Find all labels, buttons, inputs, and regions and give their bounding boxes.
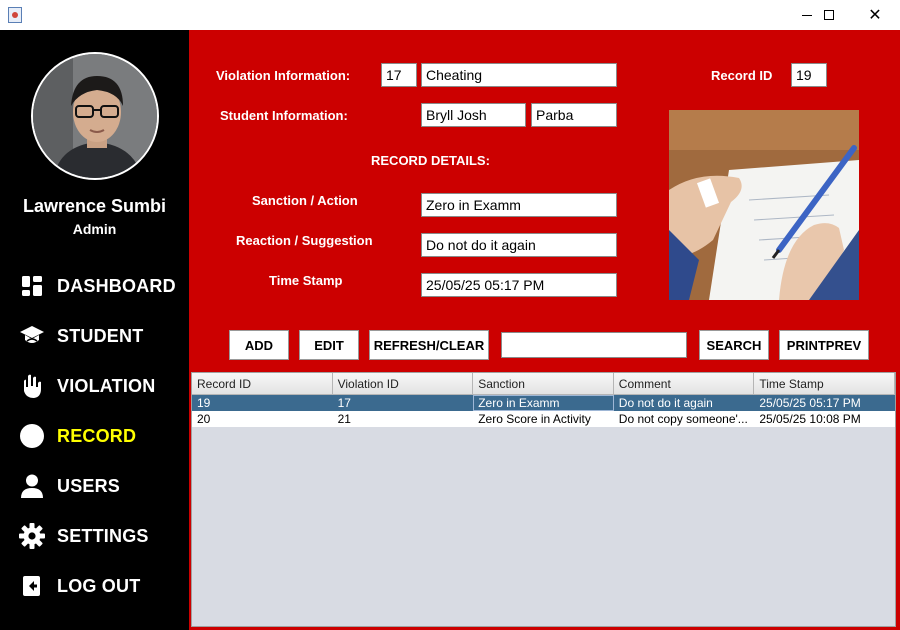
violation-info-label: Violation Information: [216,68,351,83]
timestamp-label: Time Stamp [269,273,343,288]
table-cell: 21 [337,412,351,426]
table-cell: Zero in Examm [473,395,614,411]
search-input[interactable] [501,332,687,358]
record-id-label: Record ID [711,68,773,83]
table-cell: 17 [337,396,351,410]
student-first-name-field[interactable]: Bryll Josh [421,103,526,127]
nav-logout[interactable]: LOG OUT [19,571,140,601]
nav-label: VIOLATION [57,375,156,396]
record-panel: Violation Information: 17 Cheating Recor… [189,30,900,630]
column-header[interactable]: Record ID [192,373,333,394]
nav-record[interactable]: RECORD [19,421,136,451]
user-role: Admin [72,221,117,237]
table-cell: Zero Score in Activity [478,412,591,426]
maximize-button[interactable] [806,0,852,30]
reaction-field[interactable]: Do not do it again [421,233,617,257]
table-cell: Do not copy someone'... [618,412,748,426]
nav-users[interactable]: USERS [19,471,120,501]
nav-label: RECORD [57,425,137,446]
user-icon [19,473,45,499]
table-row[interactable]: 20 21 Zero Score in Activity Do not copy… [192,411,895,427]
table-header: Record ID Violation ID Sanction Comment … [192,373,895,395]
printprev-button[interactable]: PRINTPREV [779,330,869,360]
gear-icon [19,523,45,549]
violation-name-field[interactable]: Cheating [421,63,617,87]
close-button[interactable]: ✕ [852,0,898,30]
nav-settings[interactable]: SETTINGS [19,521,149,551]
violation-id-field[interactable]: 17 [381,63,417,87]
nav-label: LOG OUT [57,575,141,596]
nav-student[interactable]: STUDENT [19,321,143,351]
avatar-photo [33,54,157,178]
table-cell: 25/05/25 10:08 PM [759,412,861,426]
nav-label: DASHBOARD [57,275,176,296]
student-info-label: Student Information: [220,108,348,123]
nav-violation[interactable]: VIOLATION [19,371,155,401]
java-app-icon [8,7,22,23]
sanction-field[interactable]: Zero in Examm [421,193,617,217]
title-bar: ✕ [0,0,900,30]
dashboard-icon [19,273,45,299]
timestamp-field[interactable]: 25/05/25 05:17 PM [421,273,617,297]
nav-label: SETTINGS [57,525,149,546]
evidence-photo [669,110,859,300]
sidebar: Lawrence Sumbi Admin DASHBOARD STUDENT V… [0,30,189,630]
user-name: Lawrence Sumbi [22,196,167,216]
sanction-label: Sanction / Action [252,193,358,208]
nav-label: STUDENT [57,325,144,346]
column-header[interactable]: Violation ID [333,373,474,394]
record-id-field[interactable]: 19 [791,63,827,87]
table-cell: 19 [197,396,211,410]
records-table[interactable]: Record ID Violation ID Sanction Comment … [191,372,896,627]
table-cell: 25/05/25 05:17 PM [759,396,861,410]
column-header[interactable]: Time Stamp [754,373,895,394]
hand-stop-icon [19,373,45,399]
column-header[interactable]: Sanction [473,373,614,394]
close-icon: ✕ [868,5,882,24]
nav-dashboard[interactable]: DASHBOARD [19,271,176,301]
nav-label: USERS [57,475,121,496]
circle-icon [19,423,45,449]
table-row[interactable]: 19 17 Zero in Examm Do not do it again 2… [192,395,895,411]
student-last-name-field[interactable]: Parba [531,103,617,127]
add-button[interactable]: ADD [229,330,289,360]
table-cell: Do not do it again [618,396,713,410]
refresh-clear-button[interactable]: REFRESH/CLEAR [369,330,489,360]
graduation-cap-icon [19,323,45,349]
logout-icon [19,573,45,599]
record-details-heading: RECORD DETAILS: [371,153,490,168]
table-cell: 20 [197,412,211,426]
search-button[interactable]: SEARCH [699,330,769,360]
edit-button[interactable]: EDIT [299,330,359,360]
column-header[interactable]: Comment [614,373,755,394]
reaction-label: Reaction / Suggestion [236,233,373,248]
avatar [31,52,159,180]
maximize-icon [824,10,834,20]
